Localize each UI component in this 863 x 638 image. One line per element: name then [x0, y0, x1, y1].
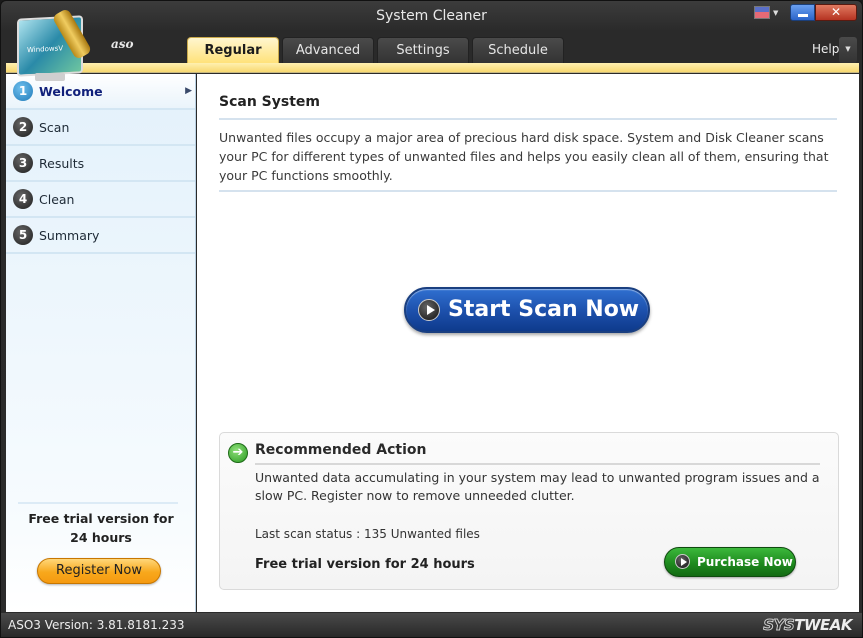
trial-text-line2: 24 hours [70, 530, 132, 545]
step-number-badge: 3 [13, 153, 33, 173]
divider [219, 190, 837, 192]
title-bar[interactable]: System Cleaner ▼ ✕ [1, 1, 862, 33]
sidebar-item-label: Summary [39, 227, 100, 243]
tab-strip-bar [6, 63, 859, 73]
sidebar-item-label: Clean [39, 191, 75, 207]
step-number-badge: 2 [13, 117, 33, 137]
purchase-now-label: Purchase Now [697, 555, 793, 569]
monitor-text: WindowsV [27, 44, 64, 55]
help-dropdown-icon[interactable]: ▼ [839, 37, 857, 63]
sidebar-item-scan[interactable]: 2 Scan [6, 110, 195, 146]
tab-schedule[interactable]: Schedule [472, 37, 564, 63]
trial-text-line1: Free trial version for [28, 511, 174, 526]
start-scan-label: Start Scan Now [448, 297, 640, 322]
step-number-badge: 5 [13, 225, 33, 245]
systweak-logo: SYSTWEAK [763, 616, 853, 635]
version-label: ASO3 Version: 3.81.8181.233 [8, 618, 185, 632]
page-title: Scan System [219, 94, 320, 110]
brand-aso: aso [111, 37, 134, 51]
divider [219, 118, 837, 120]
app-window: System Cleaner ▼ ✕ WindowsV aso Regular … [0, 0, 863, 638]
step-number-badge: 1 [13, 81, 33, 101]
last-scan-status: Last scan status : 135 Unwanted files [255, 527, 480, 541]
trial-notice: Free trial version for 24 hours [6, 509, 196, 547]
minimize-button[interactable] [790, 4, 815, 21]
play-icon [418, 299, 440, 321]
tab-advanced[interactable]: Advanced [282, 37, 374, 63]
start-scan-button[interactable]: Start Scan Now [404, 287, 650, 333]
main-tabs: Regular Advanced Settings Schedule [187, 37, 564, 63]
sidebar-item-label: Scan [39, 119, 70, 135]
sidebar-item-label: Welcome [39, 83, 103, 99]
window-title: System Cleaner [376, 8, 487, 24]
recommended-action-title: Recommended Action [255, 442, 427, 458]
arrow-right-circle-icon: ➔ [228, 443, 248, 463]
help-menu[interactable]: Help [812, 42, 839, 56]
tab-settings[interactable]: Settings [377, 37, 469, 63]
status-bar: ASO3 Version: 3.81.8181.233 SYSTWEAK [1, 613, 862, 637]
recommended-action-description: Unwanted data accumulating in your syste… [255, 470, 820, 503]
monitor-stand [35, 73, 65, 81]
divider [255, 463, 820, 465]
register-now-button[interactable]: Register Now [37, 558, 161, 584]
brand-tweak: TWEAK [794, 616, 852, 634]
brand-sys: SYS [763, 616, 795, 635]
close-button[interactable]: ✕ [815, 4, 857, 21]
sidebar-item-label: Results [39, 155, 85, 171]
divider [18, 502, 178, 504]
chevron-right-icon: ▶ [185, 86, 192, 96]
app-logo: WindowsV [13, 7, 93, 81]
main-panel: Scan System Unwanted files occupy a majo… [197, 74, 859, 612]
language-dropdown-icon[interactable]: ▼ [773, 9, 778, 17]
trial-notice: Free trial version for 24 hours [255, 557, 475, 572]
us-flag-icon[interactable] [754, 6, 770, 19]
purchase-now-button[interactable]: Purchase Now [664, 547, 796, 577]
scan-description: Unwanted files occupy a major area of pr… [219, 130, 829, 183]
sidebar-item-clean[interactable]: 4 Clean [6, 182, 195, 218]
sidebar-item-results[interactable]: 3 Results [6, 146, 195, 182]
sidebar-item-summary[interactable]: 5 Summary [6, 218, 195, 254]
step-number-badge: 4 [13, 189, 33, 209]
play-icon [675, 554, 690, 569]
tab-regular[interactable]: Regular [187, 37, 279, 63]
sidebar: 1 Welcome ▶ 2 Scan 3 Results 4 Clean 5 S… [6, 74, 196, 612]
recommended-action-panel: ➔ Recommended Action Unwanted data accum… [219, 432, 839, 590]
